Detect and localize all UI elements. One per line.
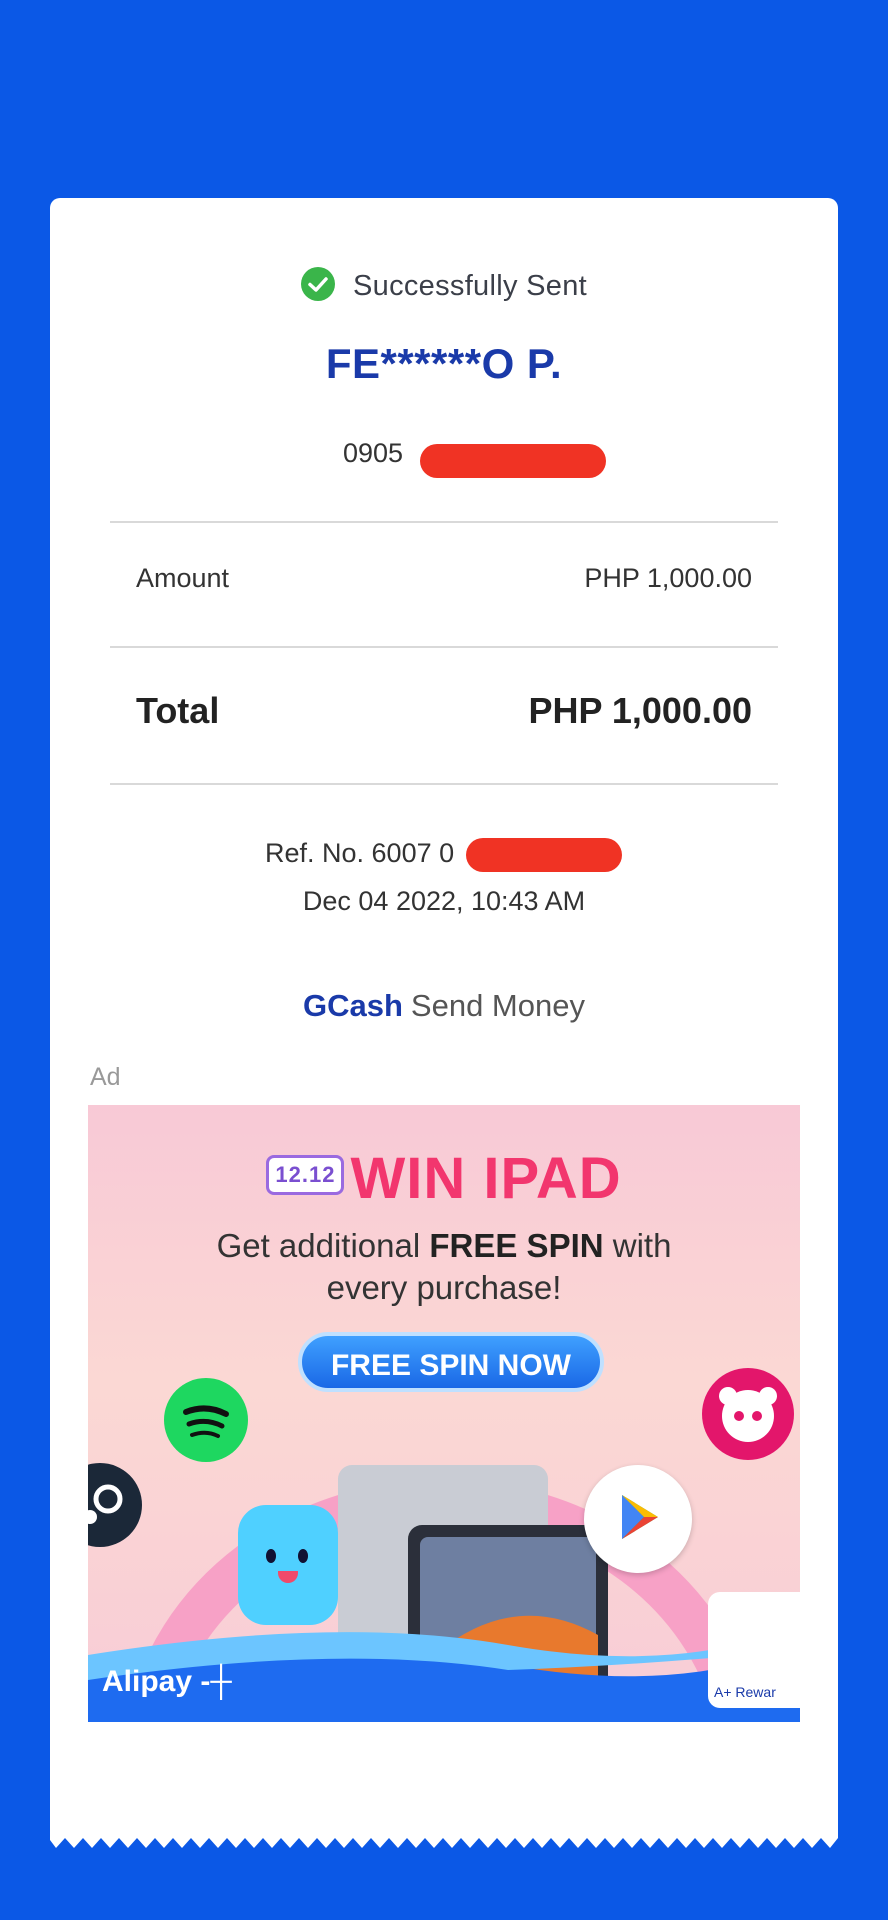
ad-subtext-part: with <box>603 1227 672 1264</box>
service-footer: GCash Send Money <box>0 988 888 1024</box>
reference-redaction <box>466 838 622 872</box>
promo-badge: 12.12 <box>266 1154 345 1195</box>
amount-label: Amount <box>136 563 230 593</box>
transaction-datetime: Dec 04 2022, 10:43 AM <box>302 886 586 916</box>
google-play-icon <box>584 1465 692 1573</box>
total-label: Total <box>136 690 220 731</box>
ad-subtext-bold: FREE SPIN <box>429 1227 604 1264</box>
ad-subtext-line2: every purchase! <box>326 1269 562 1306</box>
ad-label: Ad <box>90 1063 121 1091</box>
phone-redaction <box>420 444 606 478</box>
ad-subtext-part: Get additional <box>216 1227 430 1264</box>
reference-number: Ref. No. 6007 0 <box>265 838 455 868</box>
ad-banner[interactable]: 12.12 WIN IPAD Get additional FREE SPIN w… <box>88 1105 800 1722</box>
status-row: Successfully Sent <box>0 267 888 304</box>
status-text: Successfully Sent <box>353 270 587 302</box>
steam-icon <box>88 1463 142 1547</box>
divider <box>110 783 778 785</box>
ad-subtext: Get additional FREE SPIN with every purc… <box>88 1225 800 1309</box>
recipient-name: FE******O P. <box>325 340 563 387</box>
alipay-plus-icon: -┼ <box>200 1665 232 1698</box>
recipient-phone: 0905 <box>343 438 404 468</box>
alipay-logo-text: Alipay <box>102 1665 193 1698</box>
divider <box>110 521 778 523</box>
spotify-icon <box>164 1378 248 1462</box>
alipay-logo: Alipay -┼ <box>102 1665 232 1699</box>
ad-headline-text: WIN IPAD <box>350 1146 622 1211</box>
foodpanda-icon <box>702 1368 794 1460</box>
total-value: PHP 1,000.00 <box>528 690 752 731</box>
ad-headline: 12.12 WIN IPAD <box>88 1145 800 1212</box>
mascot-icon <box>238 1505 338 1625</box>
divider <box>110 646 778 648</box>
gcash-logo: GCash <box>303 988 403 1023</box>
amount-value: PHP 1,000.00 <box>584 563 752 593</box>
rewards-label: A+ Rewar <box>714 1684 776 1700</box>
free-spin-button[interactable]: FREE SPIN NOW <box>298 1332 604 1392</box>
service-name: Send Money <box>410 988 585 1023</box>
check-circle-icon <box>301 267 335 302</box>
rewards-badge: A+ Rewar <box>708 1592 800 1708</box>
receipt-zigzag-edge <box>50 1830 838 1848</box>
